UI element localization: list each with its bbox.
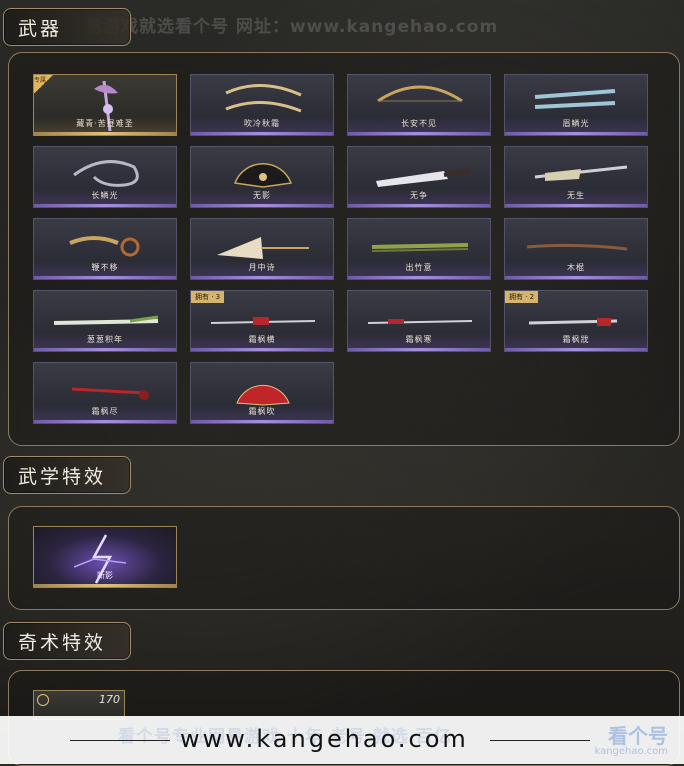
weapons-grid: 专属 藏青·苦昼难圣 吹冷秋霜 长安不见 眉鳞光 长鳞光 无影 无争 无生 鞭不… (33, 74, 648, 424)
site-logo: 看个号 (608, 724, 668, 748)
check-circle-icon (37, 694, 49, 706)
weapon-card[interactable]: 专属 藏青·苦昼难圣 (33, 74, 177, 136)
weapon-card[interactable]: 木棍 (504, 218, 648, 280)
martial-effect-card[interactable]: 断影 (33, 526, 177, 588)
weapon-name: 无生 (567, 191, 585, 200)
weapon-card[interactable]: 无生 (504, 146, 648, 208)
weapon-card[interactable]: 霜枫吹 (190, 362, 334, 424)
weapon-card[interactable]: 月中诗 (190, 218, 334, 280)
weapon-name: 月中诗 (248, 263, 276, 272)
weapon-name: 眉鳞光 (562, 119, 590, 128)
weapon-name: 长鳞光 (91, 191, 119, 200)
weapon-name: 霜枫横 (248, 335, 276, 344)
footer-watermark-bar: 看个号专业网易游戏 十年 老号 就选 百亿 www.kangehao.com 看… (0, 716, 684, 764)
weapon-name: 霜枫吹 (248, 407, 276, 416)
owned-badge: 拥有 · 2 (505, 291, 539, 303)
weapon-card[interactable]: 吹冷秋霜 (190, 74, 334, 136)
section-title-weapons: 武器 (3, 8, 131, 46)
martial-title: 武学特效 (18, 465, 107, 488)
exclusive-badge: 专属 (34, 75, 54, 93)
weapon-card[interactable]: 眉鳞光 (504, 74, 648, 136)
weapon-card[interactable]: 出竹意 (347, 218, 491, 280)
weapon-name: 无争 (410, 191, 428, 200)
footer-line-left (70, 740, 170, 741)
footer-line-right (490, 740, 590, 741)
weapon-name: 藏青·苦昼难圣 (76, 119, 134, 128)
weapon-card[interactable]: 霜枫寒 (347, 290, 491, 352)
weapon-name: 葱葱积年 (87, 335, 123, 344)
weapon-name: 长安不见 (401, 119, 437, 128)
weapon-name: 出竹意 (405, 263, 433, 272)
weapon-name: 木棍 (567, 263, 585, 272)
weapon-name: 霜枫寒 (405, 335, 433, 344)
weapon-card[interactable]: 长鳞光 (33, 146, 177, 208)
weapons-title: 武器 (18, 17, 63, 40)
owned-badge: 拥有 · 3 (191, 291, 225, 303)
qishu-title: 奇术特效 (18, 631, 107, 654)
section-title-qishu: 奇术特效 (3, 622, 131, 660)
weapon-name: 无影 (253, 191, 271, 200)
weapon-card[interactable]: 拥有 · 3 霜枫横 (190, 290, 334, 352)
badge-text: 专属 (34, 77, 47, 84)
qishu-count: 170 (99, 693, 120, 706)
footer-url: www.kangehao.com (180, 725, 469, 753)
weapon-name: 霜枫尽 (91, 407, 119, 416)
top-watermark: 易游戏就选看个号 网址：www.kangehao.com (85, 17, 499, 37)
weapon-card[interactable]: 葱葱积年 (33, 290, 177, 352)
effect-name: 断影 (97, 571, 113, 580)
weapon-name: 霜枫戕 (562, 335, 590, 344)
weapon-card[interactable]: 鞭不移 (33, 218, 177, 280)
weapon-name: 吹冷秋霜 (244, 119, 280, 128)
weapon-card[interactable]: 无争 (347, 146, 491, 208)
weapon-card[interactable]: 拥有 · 2 霜枫戕 (504, 290, 648, 352)
weapon-name: 鞭不移 (91, 263, 119, 272)
weapon-card[interactable]: 长安不见 (347, 74, 491, 136)
section-title-martial: 武学特效 (3, 456, 131, 494)
site-logo-sub: kangehao.com (594, 746, 668, 757)
weapon-card[interactable]: 无影 (190, 146, 334, 208)
weapon-card[interactable]: 霜枫尽 (33, 362, 177, 424)
